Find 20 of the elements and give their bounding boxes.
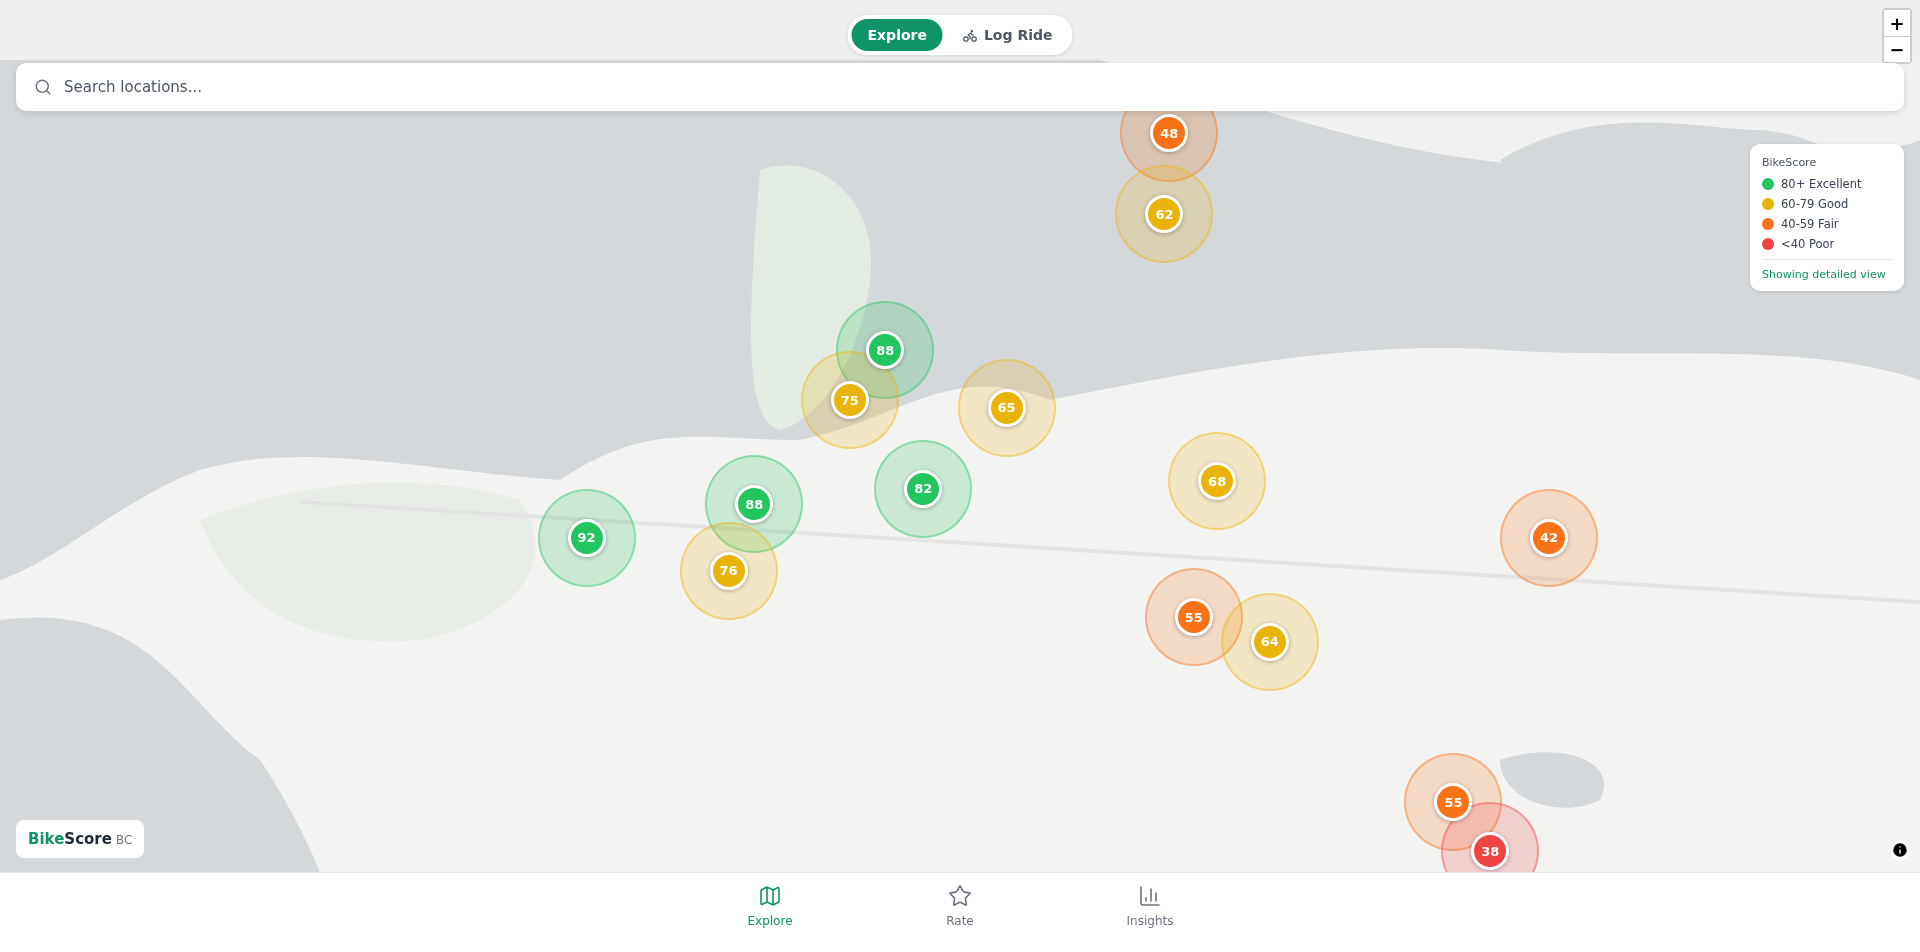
bike-icon — [962, 27, 978, 43]
brand-logo: BikeScore BC — [16, 820, 145, 858]
search-icon — [34, 78, 52, 96]
mode-tab[interactable]: Log Ride — [946, 19, 1069, 51]
legend-title: BikeScore — [1762, 156, 1818, 169]
nav-tab[interactable]: Explore — [720, 883, 820, 952]
mode-tab[interactable]: Explore — [851, 19, 943, 51]
zoom-out-button[interactable]: − — [1884, 36, 1910, 62]
search-field[interactable]: Search locations... — [16, 63, 1904, 111]
legend-label: <40 Poor — [1781, 237, 1835, 251]
view-note: Showing detailed view — [1762, 259, 1892, 281]
chart-icon — [1138, 884, 1162, 908]
map-icon — [758, 884, 782, 908]
info-icon — [1891, 841, 1909, 859]
nav-tab[interactable]: Rate — [910, 883, 1010, 952]
star-icon — [948, 884, 972, 908]
nav-tab[interactable]: Insights — [1100, 883, 1200, 952]
legend-label: 40-59 Fair — [1781, 217, 1839, 231]
legend-label: 60-79 Good — [1781, 197, 1849, 211]
legend-label: 80+ Excellent — [1781, 177, 1862, 191]
